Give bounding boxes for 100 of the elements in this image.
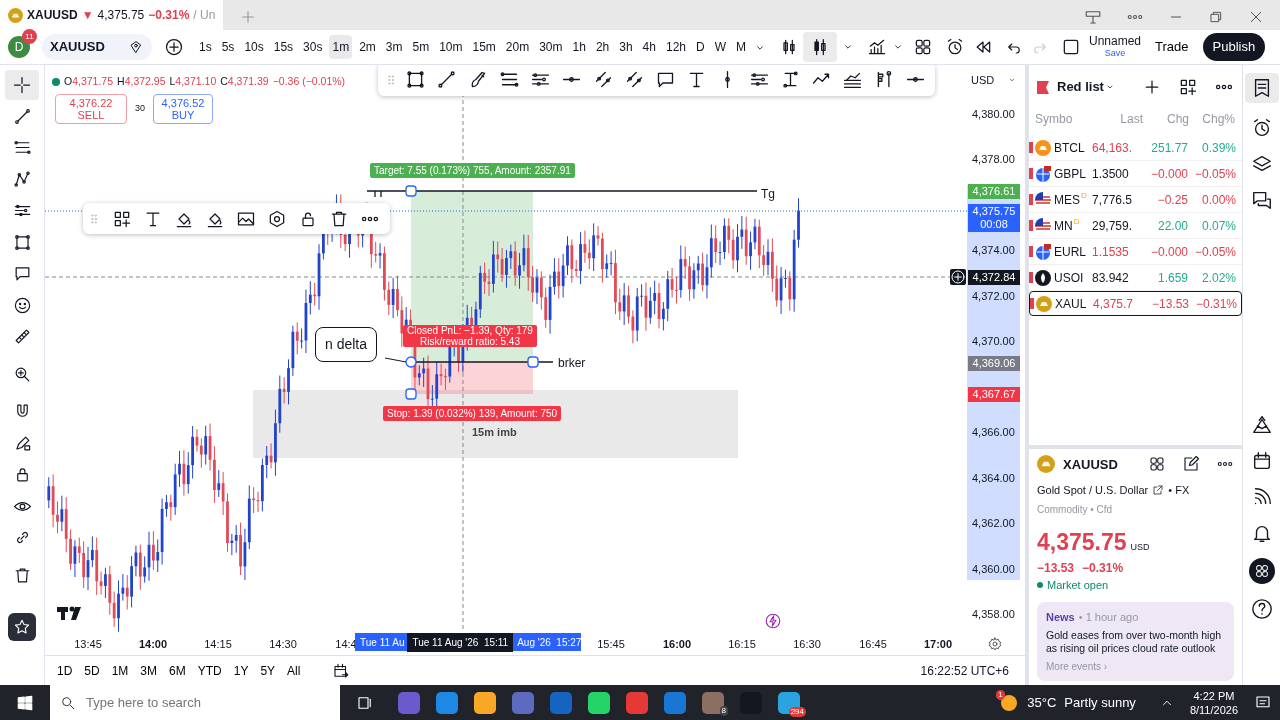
calendar-arrow-icon[interactable] [332, 661, 351, 680]
crosshair-tool-button[interactable] [5, 69, 39, 100]
compare-plus-icon[interactable] [164, 37, 184, 57]
external-link-icon[interactable] [1152, 484, 1165, 497]
watchlist-title[interactable]: Red list [1057, 77, 1104, 97]
sun-icon[interactable] [999, 692, 1020, 713]
restore-icon[interactable] [1208, 9, 1224, 25]
watchlist-row[interactable]: EURL 1.1535 −0.000 −0.05% [1029, 239, 1242, 264]
trend-line-icon[interactable] [436, 68, 458, 90]
interval-button[interactable]: 2m [356, 35, 379, 59]
interval-button[interactable]: 3m [382, 35, 406, 59]
taskbar-search[interactable]: Type here to search [50, 685, 340, 720]
range-button[interactable]: 1M [107, 659, 133, 682]
hexagon-icon[interactable] [267, 208, 287, 229]
drag-handle[interactable] [527, 356, 539, 368]
range-button[interactable]: 1Y [229, 659, 253, 682]
watchlist-button[interactable] [1244, 73, 1279, 103]
table-grid-icon[interactable] [1178, 77, 1198, 97]
save-link[interactable]: Save [1104, 47, 1126, 59]
grid-icon[interactable] [1253, 563, 1270, 579]
range-button[interactable]: 5Y [256, 659, 280, 682]
range-button[interactable]: 5D [80, 659, 104, 682]
zigzag-icon[interactable] [12, 169, 32, 189]
browser-tab[interactable]: XAUUSD ▼ 4,375.75 −0.31% / Un [0, 0, 224, 30]
interval-button[interactable]: 20m [502, 35, 533, 59]
interval-button[interactable]: 30s [300, 35, 326, 59]
symbol-search[interactable]: XAUUSD [42, 34, 152, 60]
app-icon[interactable] [588, 691, 610, 714]
interval-button[interactable]: D [693, 35, 708, 59]
interval-button[interactable]: 3h [616, 35, 636, 59]
interval-button[interactable]: M [733, 35, 749, 59]
range-button[interactable]: All [283, 659, 305, 682]
close-icon[interactable] [1248, 9, 1264, 25]
interval-button[interactable]: 15s [270, 35, 297, 59]
trend-line-icon[interactable] [12, 106, 32, 126]
interval-button[interactable]: 4h [639, 35, 659, 59]
watchlist-row[interactable]: USOI 83.942 1.659 2.02% [1029, 265, 1242, 290]
range-button[interactable]: 6M [165, 659, 190, 682]
interval-button[interactable]: W [711, 35, 729, 59]
watchlist-row[interactable]: GBPL 1.3500 −0.000 −0.05% [1029, 161, 1242, 186]
lightning-icon[interactable] [764, 611, 782, 630]
range-button[interactable]: YTD [193, 659, 226, 682]
interval-button[interactable]: 15m [469, 35, 499, 59]
drag-handle[interactable] [405, 356, 417, 368]
interval-button[interactable]: 1m [329, 35, 353, 59]
indicators-icon[interactable] [867, 37, 887, 57]
interval-button[interactable]: 30m [536, 35, 566, 59]
range-button[interactable]: 1D [53, 659, 77, 682]
app-icon[interactable] [436, 691, 458, 714]
windows-start-icon[interactable] [16, 693, 34, 712]
loss-zone[interactable] [411, 362, 533, 394]
favorites-button[interactable] [8, 613, 36, 641]
chat-icon[interactable] [1250, 189, 1273, 211]
interval-button[interactable]: 10s [241, 35, 267, 59]
change-percent-cell-text: −0.31% [1194, 295, 1237, 313]
layout-name[interactable]: Unnamed [1089, 35, 1141, 47]
add-circle-icon[interactable] [950, 269, 966, 285]
taskbar-date[interactable]: 8/11/2026 [1189, 702, 1238, 717]
search-icon[interactable] [60, 694, 76, 711]
interval-button[interactable]: 5s [218, 35, 238, 59]
pin-icon[interactable] [1084, 8, 1102, 26]
apps-button[interactable] [1248, 558, 1275, 584]
drag-handle[interactable] [405, 185, 417, 197]
app-icon[interactable] [474, 691, 496, 714]
target-line[interactable] [366, 190, 758, 198]
interval-button[interactable]: 12h [662, 35, 689, 59]
sell-button[interactable]: 4,376.22 SELL [55, 94, 127, 124]
callout-note[interactable]: n delta [315, 327, 378, 362]
imbalance-zone[interactable] [253, 390, 738, 458]
interval-button[interactable]: 5m [409, 35, 433, 59]
pnl-label: Closed PnL: −1.39, Qty: 179 Risk/reward ratio: 5.43 [403, 325, 537, 347]
interval-button[interactable]: 1s [196, 35, 215, 59]
interval-button[interactable]: 10m [436, 35, 466, 59]
rectangle-icon[interactable] [405, 68, 427, 90]
smiley-icon[interactable] [12, 295, 32, 315]
coin-icon [1037, 455, 1055, 474]
alarm-clock-icon[interactable] [945, 37, 965, 57]
crosshair-icon[interactable] [12, 74, 32, 95]
taskbar-time[interactable]: 4:22 PM [1189, 688, 1238, 703]
search-input[interactable]: Type here to search [84, 691, 284, 714]
help-icon[interactable] [1250, 598, 1273, 620]
mountain-icon[interactable] [1250, 414, 1273, 436]
news-card[interactable]: News • 1 hour ago Gold eases from over two-month high as rising oil prices cloud rate outlook More events › [1037, 601, 1234, 681]
interval-button[interactable]: 2h [592, 35, 613, 59]
frame-icon[interactable] [12, 232, 32, 252]
edit-icon[interactable] [1182, 455, 1200, 474]
buy-button[interactable]: 4,376.52 BUY [153, 94, 213, 124]
settings-icon[interactable] [987, 635, 1003, 652]
watchlist-row[interactable]: XAUL 4,375.7 −13.53 −0.31% [1029, 291, 1242, 316]
price-label: 4,364.00 [972, 470, 1015, 486]
layout-grid-icon[interactable] [913, 37, 933, 57]
watchlist-row[interactable]: BTCL 64,163. 251.77 0.39% [1029, 135, 1242, 160]
layout-grid-icon[interactable] [1148, 455, 1166, 474]
square-icon[interactable] [1061, 37, 1081, 57]
star-icon[interactable] [13, 618, 31, 636]
drag-handle[interactable] [405, 388, 417, 400]
publish-button[interactable]: Publish [1202, 33, 1266, 61]
range-button[interactable]: 3M [136, 659, 162, 682]
diamond-icon[interactable] [128, 39, 144, 55]
interval-button[interactable]: 1h [569, 35, 589, 59]
